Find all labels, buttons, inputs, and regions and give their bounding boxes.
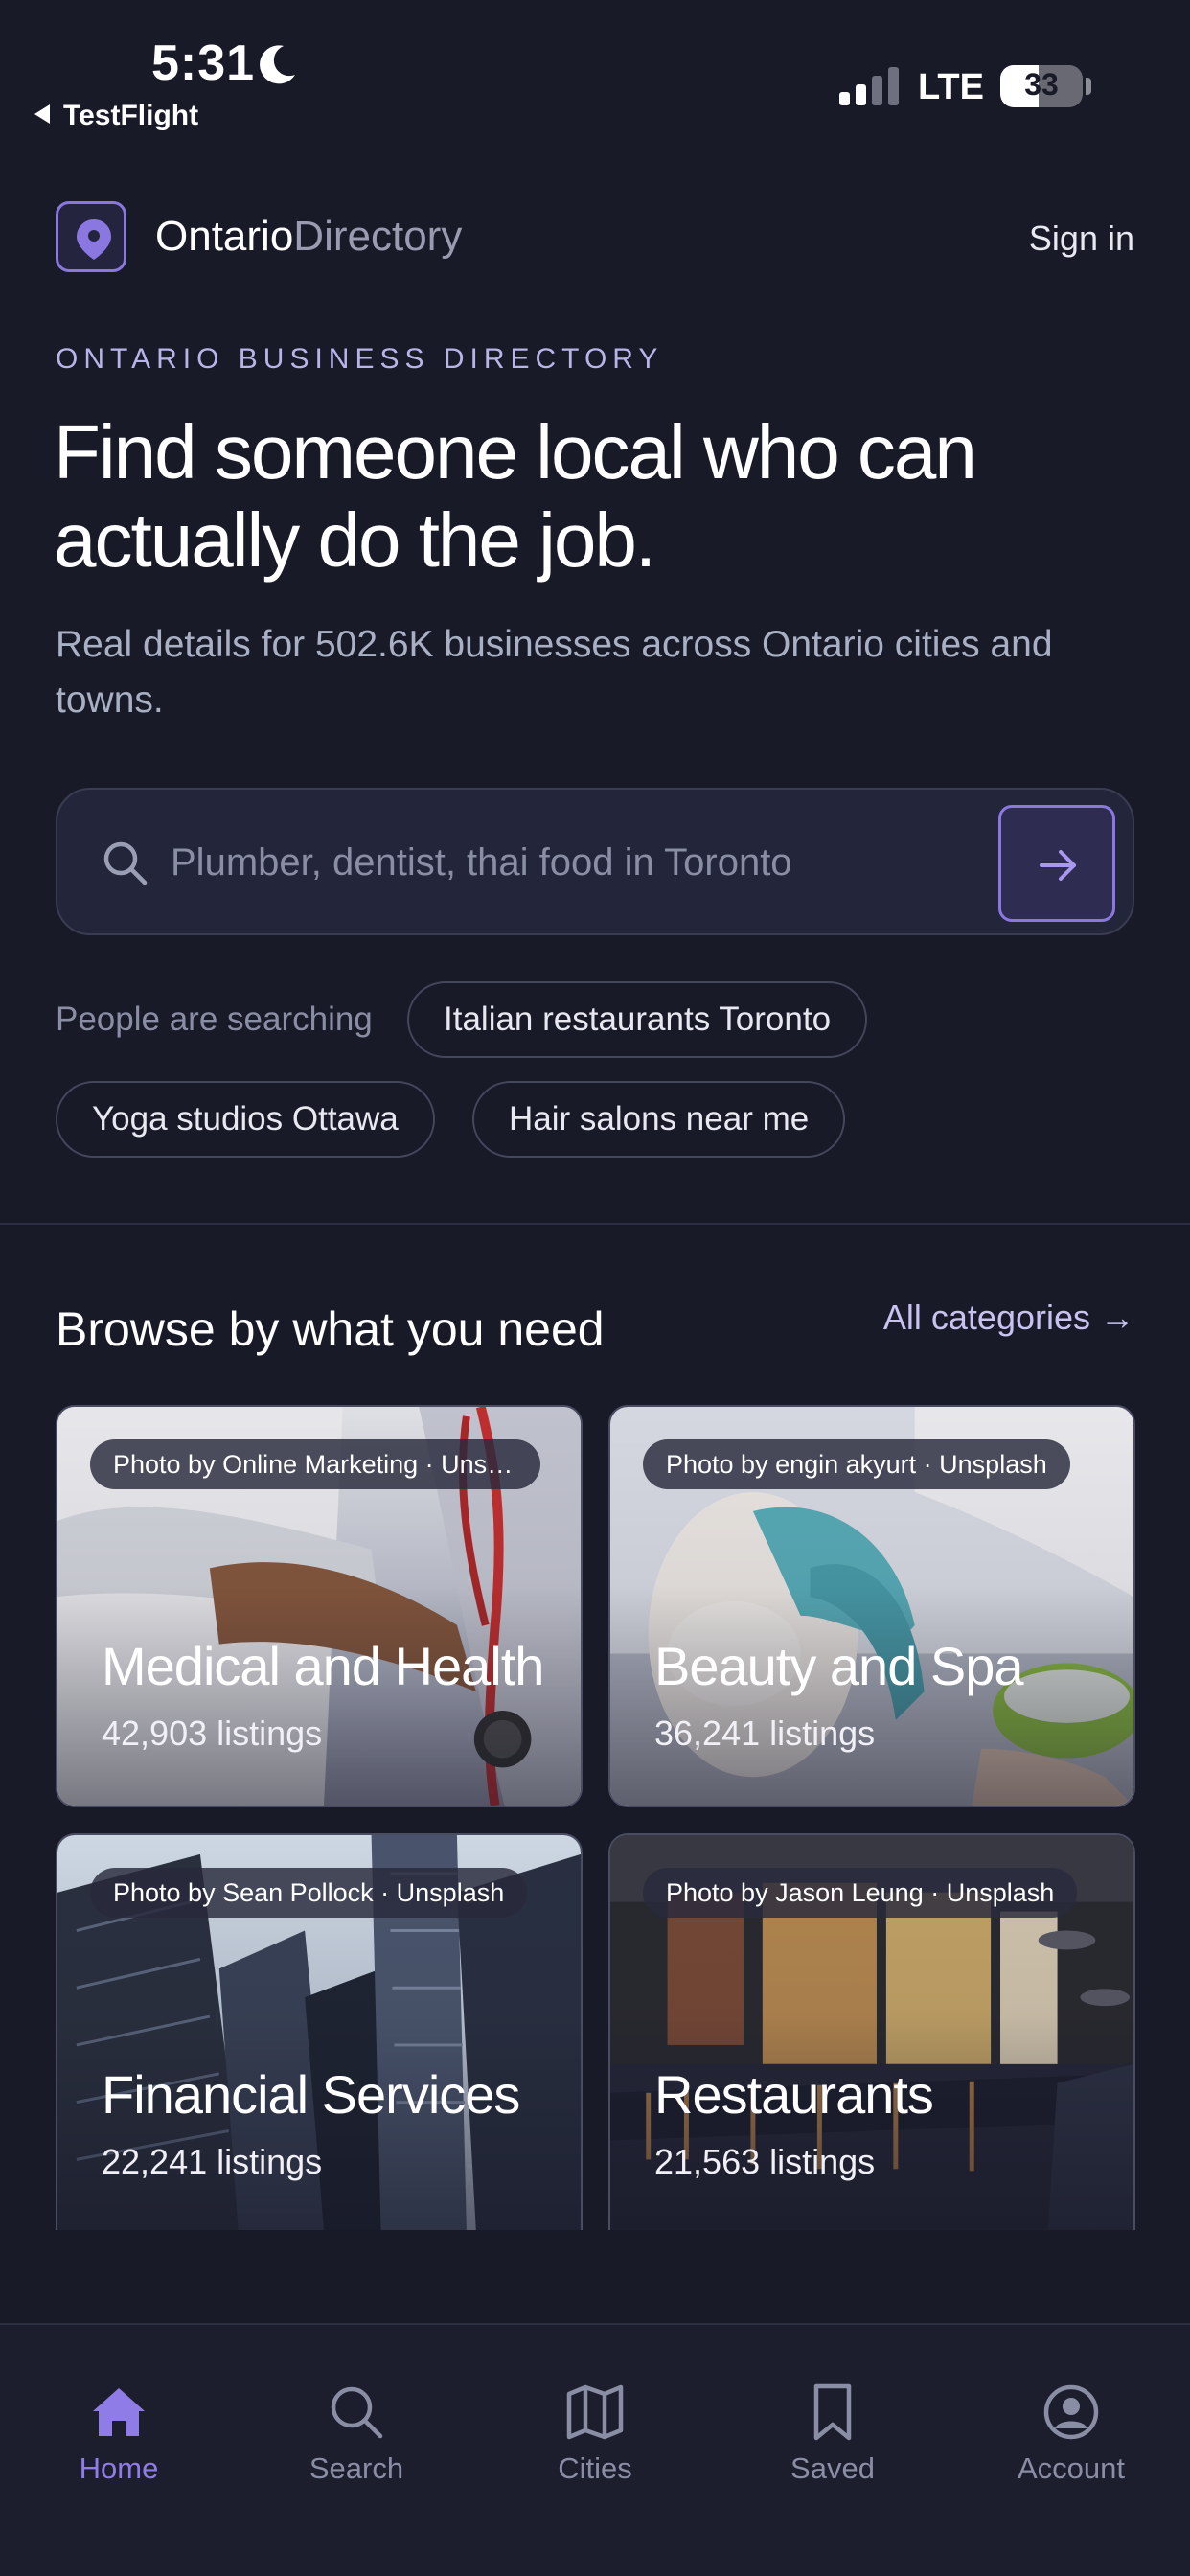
photo-credit[interactable]: Photo by Online Marketing · Unsplash [90, 1439, 540, 1489]
categories-title: Browse by what you need [56, 1302, 605, 1356]
map-pin-icon [77, 219, 111, 260]
tab-home[interactable]: Home [23, 2382, 215, 2507]
hero-eyebrow: ONTARIO BUSINESS DIRECTORY [56, 343, 664, 375]
battery-level: 33 [1024, 67, 1059, 102]
battery-icon: 33 [1000, 65, 1083, 107]
category-name: Medical and Health [102, 1636, 544, 1696]
status-time: 5:31 [151, 35, 256, 91]
category-card-beauty[interactable]: Photo by engin akyurt · Unsplash Beauty … [608, 1405, 1135, 1807]
category-card-restaurants[interactable]: Photo by Jason Leung · Unsplash Restaura… [608, 1833, 1135, 2230]
search-chip[interactable]: Hair salons near me [472, 1081, 846, 1158]
category-count: 42,903 listings [102, 1714, 323, 1753]
brand-primary: Ontario [155, 213, 294, 260]
arrow-right-icon [1040, 850, 1076, 881]
status-bar: 5:31 TestFlight LTE 33 [0, 0, 1190, 144]
category-card-financial[interactable]: Photo by Sean Pollock · Unsplash Financi… [56, 1833, 583, 2230]
search-chip[interactable]: Italian restaurants Toronto [407, 981, 868, 1058]
search-bar [56, 788, 1134, 935]
photo-credit[interactable]: Photo by Sean Pollock · Unsplash [90, 1868, 528, 1918]
tab-label: Search [309, 2451, 404, 2485]
photo-credit[interactable]: Photo by engin akyurt · Unsplash [643, 1439, 1070, 1489]
sign-in-link[interactable]: Sign in [1029, 218, 1134, 259]
category-count: 21,563 listings [654, 2142, 876, 2181]
category-card-medical[interactable]: Photo by Online Marketing · Unsplash Med… [56, 1405, 583, 1807]
category-name: Financial Services [102, 2064, 520, 2125]
bottom-tab-bar: Home Search Cities Saved Account [0, 2323, 1190, 2576]
category-name: Restaurants [654, 2064, 934, 2125]
moon-icon [260, 45, 295, 84]
app-screen: 5:31 TestFlight LTE 33 OntarioDirectory … [0, 0, 1190, 2576]
tab-label: Cities [558, 2451, 632, 2485]
tab-account[interactable]: Account [975, 2382, 1167, 2507]
search-submit-button[interactable] [998, 805, 1115, 922]
back-app-label: TestFlight [63, 100, 199, 131]
category-name: Beauty and Spa [654, 1636, 1024, 1696]
category-count: 36,241 listings [654, 1714, 876, 1753]
search-chip[interactable]: Yoga studios Ottawa [56, 1081, 435, 1158]
hero-title: Find someone local who can actually do t… [54, 409, 977, 583]
battery-cap [1086, 78, 1091, 95]
category-count: 22,241 listings [102, 2142, 323, 2181]
all-categories-link[interactable]: All categories → [883, 1298, 1134, 1338]
search-icon [331, 2386, 383, 2439]
tab-cities[interactable]: Cities [499, 2382, 691, 2507]
hero-subtitle: Real details for 502.6K businesses acros… [56, 624, 1053, 721]
signal-icon [839, 67, 899, 105]
tab-search[interactable]: Search [261, 2382, 452, 2507]
search-input[interactable] [171, 832, 937, 893]
back-arrow-icon [34, 104, 50, 124]
photo-credit[interactable]: Photo by Jason Leung · Unsplash [643, 1868, 1078, 1918]
section-divider [0, 1223, 1190, 1225]
logo[interactable] [56, 201, 126, 272]
tab-saved[interactable]: Saved [737, 2382, 928, 2507]
network-type: LTE [918, 67, 984, 107]
user-circle-icon [1043, 2384, 1099, 2440]
map-icon [566, 2384, 624, 2440]
brand-name[interactable]: OntarioDirectory [155, 213, 462, 261]
tab-label: Account [1017, 2451, 1125, 2485]
tab-label: Home [79, 2451, 159, 2485]
bookmark-icon [813, 2383, 852, 2441]
brand-secondary: Directory [293, 213, 463, 260]
home-icon [93, 2388, 145, 2436]
popular-searches-label: People are searching [56, 1000, 373, 1038]
back-to-testflight[interactable]: TestFlight [34, 100, 198, 132]
search-icon [103, 841, 148, 886]
tab-label: Saved [790, 2451, 875, 2485]
